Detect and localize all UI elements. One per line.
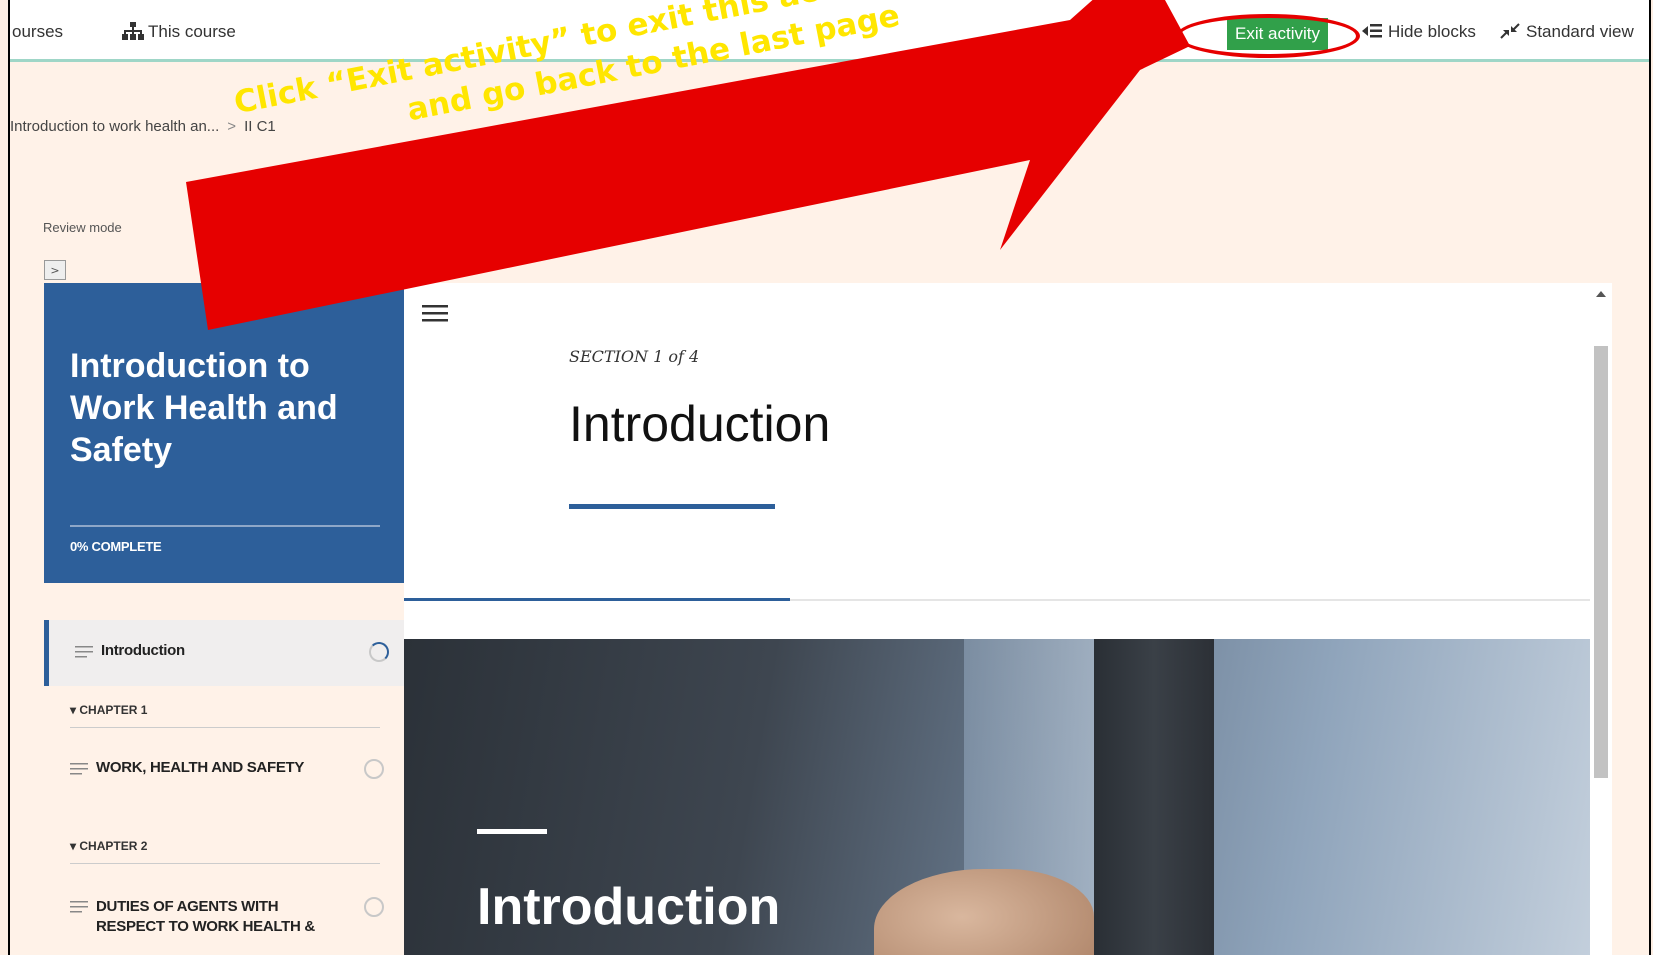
lesson-lines-icon bbox=[70, 901, 88, 913]
divider bbox=[70, 727, 380, 728]
lesson-item-label: DUTIES OF AGENTS WITH RESPECT TO WORK HE… bbox=[96, 898, 315, 935]
progress-circle-icon bbox=[369, 642, 389, 662]
review-mode-label: Review mode bbox=[43, 220, 122, 235]
title-underline bbox=[569, 504, 775, 509]
lesson-title: Introduction bbox=[569, 396, 831, 452]
highlight-ring bbox=[1176, 14, 1360, 58]
standard-view-label: Standard view bbox=[1526, 22, 1634, 41]
compress-icon bbox=[1500, 23, 1520, 39]
chapter-heading-2[interactable]: ▾ CHAPTER 2 bbox=[70, 839, 147, 853]
lesson-list: Introduction ▾ CHAPTER 1 WORK, HEALTH AN… bbox=[44, 583, 409, 955]
hero-handshake bbox=[874, 869, 1094, 955]
nav-this-course-label: This course bbox=[148, 22, 236, 41]
scrollbar[interactable] bbox=[1590, 283, 1612, 955]
divider bbox=[70, 863, 380, 864]
hero-suit bbox=[1094, 639, 1214, 955]
section-counter: SECTION 1 of 4 bbox=[569, 347, 700, 366]
lesson-item-introduction[interactable]: Introduction bbox=[44, 620, 409, 686]
course-title: Introduction to Work Health and Safety bbox=[70, 347, 338, 469]
chapter-label: CHAPTER 1 bbox=[79, 703, 148, 717]
progress-circle-icon bbox=[364, 759, 384, 779]
menu-icon[interactable] bbox=[422, 303, 448, 323]
section-progress-indicator bbox=[404, 598, 790, 601]
lesson-item-duties-of-agents[interactable]: DUTIES OF AGENTS WITH RESPECT TO WORK HE… bbox=[44, 895, 404, 955]
nav-my-courses-label: ourses bbox=[12, 22, 64, 41]
lesson-item-work-health-safety[interactable]: WORK, HEALTH AND SAFETY bbox=[44, 757, 404, 797]
chapter-label: CHAPTER 2 bbox=[79, 839, 148, 853]
course-header: Introduction to Work Health and Safety 0… bbox=[44, 283, 404, 583]
hero-title: Introduction bbox=[477, 878, 781, 936]
scrollbar-thumb[interactable] bbox=[1594, 346, 1608, 778]
hide-blocks-label: Hide blocks bbox=[1388, 22, 1476, 41]
sidebar-toggle-button[interactable]: > bbox=[44, 260, 66, 280]
hide-blocks-icon bbox=[1362, 24, 1382, 38]
hide-blocks-button[interactable]: Hide blocks bbox=[1362, 22, 1476, 42]
lesson-item-label: Introduction bbox=[101, 642, 185, 659]
chapter-heading-1[interactable]: ▾ CHAPTER 1 bbox=[70, 703, 147, 717]
hero-accent-bar bbox=[477, 829, 547, 834]
nav-this-course[interactable]: This course bbox=[122, 22, 236, 42]
progress-circle-icon bbox=[364, 897, 384, 917]
lesson-item-label: WORK, HEALTH AND SAFETY bbox=[96, 759, 305, 776]
lesson-lines-icon bbox=[70, 763, 88, 775]
hero-image: Introduction bbox=[404, 639, 1590, 955]
lesson-lines-icon bbox=[75, 646, 93, 658]
scroll-up-icon[interactable] bbox=[1596, 291, 1606, 297]
progress-bar bbox=[70, 525, 380, 527]
lesson-content: SECTION 1 of 4 Introduction Introduction bbox=[404, 283, 1590, 955]
nav-my-courses[interactable]: ourses bbox=[12, 22, 63, 42]
breadcrumb-item-course[interactable]: Introduction to work health an... bbox=[10, 118, 219, 135]
standard-view-button[interactable]: Standard view bbox=[1500, 22, 1634, 42]
sitemap-icon bbox=[122, 22, 144, 40]
progress-label: 0% COMPLETE bbox=[70, 539, 162, 554]
